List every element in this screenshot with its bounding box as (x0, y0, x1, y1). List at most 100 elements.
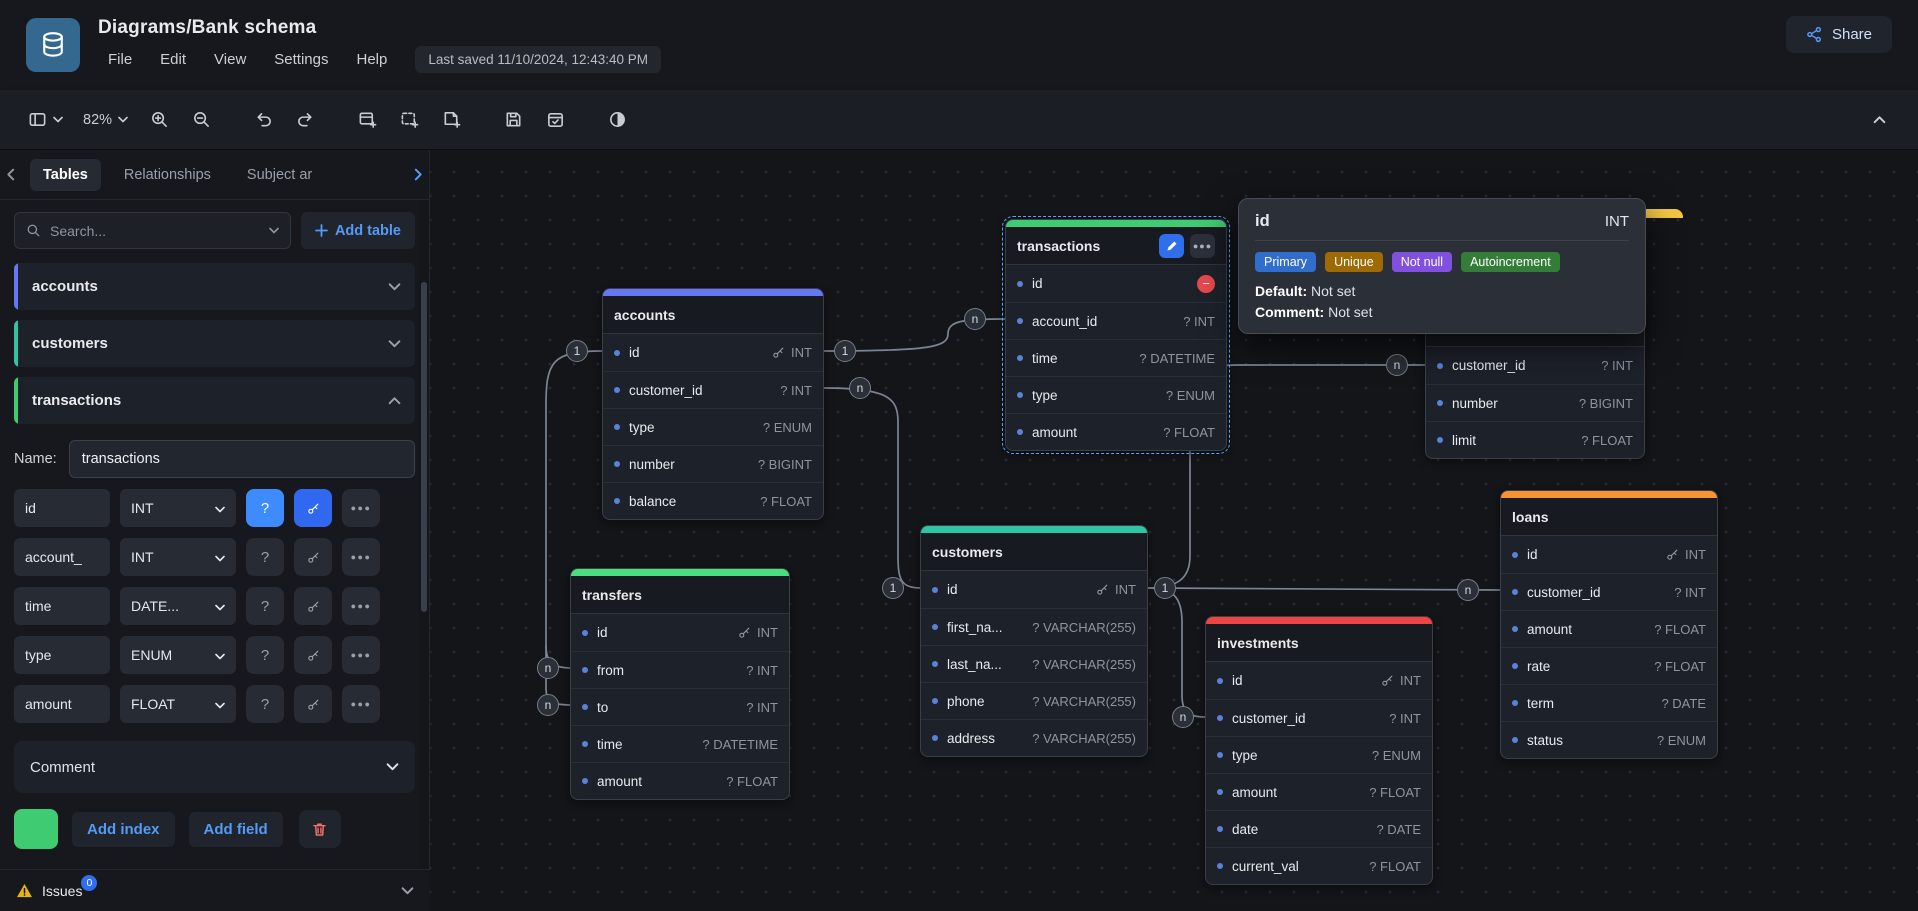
tabs-scroll-left-icon[interactable] (6, 168, 15, 181)
table-field-row[interactable]: idINT (921, 571, 1147, 608)
table-field-row[interactable]: balance? FLOAT (603, 482, 823, 519)
todo-button[interactable] (536, 102, 574, 138)
menu-file[interactable]: File (98, 48, 142, 71)
menu-help[interactable]: Help (346, 48, 397, 71)
table-menu-button[interactable]: ●●● (1190, 234, 1215, 258)
table-search-input[interactable]: Search... (14, 212, 291, 249)
relationship-line[interactable] (1148, 588, 1205, 717)
nullable-toggle-button[interactable]: ? (246, 587, 284, 625)
zoom-out-button[interactable] (182, 102, 220, 138)
field-name-input[interactable]: id (14, 489, 110, 527)
diagram-table-investments[interactable]: investmentsidINTcustomer_id? INTtype? EN… (1205, 616, 1433, 885)
save-button[interactable] (494, 102, 532, 138)
undo-button[interactable] (244, 102, 282, 138)
issues-bar[interactable]: Issues 0 (0, 869, 430, 911)
field-options-button[interactable]: ●●● (342, 538, 380, 576)
table-field-row[interactable]: number? BIGINT (1426, 384, 1644, 421)
field-name-input[interactable]: time (14, 587, 110, 625)
field-name-input[interactable]: type (14, 636, 110, 674)
zoom-in-button[interactable] (140, 102, 178, 138)
table-field-row[interactable]: idINT (1206, 662, 1432, 699)
field-name-input[interactable]: amount (14, 685, 110, 723)
table-field-row[interactable]: last_na...? VARCHAR(255) (921, 645, 1147, 682)
table-field-row[interactable]: first_na...? VARCHAR(255) (921, 608, 1147, 645)
share-button[interactable]: Share (1786, 16, 1892, 53)
table-name-input[interactable]: transactions (69, 440, 415, 478)
field-options-button[interactable]: ●●● (342, 489, 380, 527)
diagram-table-customers[interactable]: customersidINTfirst_na...? VARCHAR(255)l… (920, 525, 1148, 757)
table-field-row[interactable]: idINT (603, 334, 823, 371)
primary-key-button[interactable] (294, 636, 332, 674)
menu-view[interactable]: View (204, 48, 256, 71)
add-area-button[interactable] (390, 102, 428, 138)
tab-relationships[interactable]: Relationships (111, 159, 224, 191)
delete-field-button[interactable]: − (1197, 275, 1215, 293)
diagram-table-transactions[interactable]: transactions●●●id−account_id? INTtime? D… (1005, 219, 1227, 451)
table-field-row[interactable]: address? VARCHAR(255) (921, 719, 1147, 756)
collapse-toolbar-button[interactable] (1860, 102, 1898, 138)
table-field-row[interactable]: rate? FLOAT (1501, 647, 1717, 684)
primary-key-button[interactable] (294, 489, 332, 527)
table-field-row[interactable]: date? DATE (1206, 810, 1432, 847)
table-field-row[interactable]: customer_id? INT (1426, 347, 1644, 384)
table-field-row[interactable]: amount? FLOAT (1006, 413, 1226, 450)
scrollbar-thumb[interactable] (421, 282, 427, 612)
table-field-row[interactable]: customer_id? INT (1501, 573, 1717, 610)
primary-key-button[interactable] (294, 538, 332, 576)
table-field-row[interactable]: status? ENUM (1501, 721, 1717, 758)
field-type-select[interactable]: INT (120, 489, 236, 527)
diagram-table-accounts[interactable]: accountsidINTcustomer_id? INTtype? ENUMn… (602, 288, 824, 520)
table-field-row[interactable]: customer_id? INT (1206, 699, 1432, 736)
table-field-row[interactable]: amount? FLOAT (1206, 773, 1432, 810)
table-field-row[interactable]: limit? FLOAT (1426, 421, 1644, 458)
layout-menu-button[interactable] (20, 102, 71, 138)
sidebar-table-transactions[interactable]: transactions (14, 377, 415, 424)
theme-toggle-button[interactable] (598, 102, 636, 138)
add-table-tool-button[interactable] (348, 102, 386, 138)
field-type-select[interactable]: ENUM (120, 636, 236, 674)
relationship-line[interactable] (1148, 588, 1500, 590)
table-field-row[interactable]: current_val? FLOAT (1206, 847, 1432, 884)
nullable-toggle-button[interactable]: ? (246, 636, 284, 674)
tab-subject-ar[interactable]: Subject ar (234, 159, 325, 191)
add-index-button[interactable]: Add index (72, 812, 175, 847)
table-field-row[interactable]: type? ENUM (1206, 736, 1432, 773)
nullable-toggle-button[interactable]: ? (246, 685, 284, 723)
sidebar-table-customers[interactable]: customers (14, 320, 415, 367)
menu-edit[interactable]: Edit (150, 48, 196, 71)
delete-table-button[interactable] (299, 810, 341, 848)
table-field-row[interactable]: to? INT (571, 688, 789, 725)
table-color-swatch[interactable] (14, 809, 58, 849)
redo-button[interactable] (286, 102, 324, 138)
menu-settings[interactable]: Settings (264, 48, 338, 71)
table-field-row[interactable]: from? INT (571, 651, 789, 688)
table-field-row[interactable]: amount? FLOAT (1501, 610, 1717, 647)
field-options-button[interactable]: ●●● (342, 587, 380, 625)
table-field-row[interactable]: number? BIGINT (603, 445, 823, 482)
app-logo[interactable] (26, 18, 80, 72)
nullable-toggle-button[interactable]: ? (246, 489, 284, 527)
table-field-row[interactable]: time? DATETIME (1006, 339, 1226, 376)
edit-table-button[interactable] (1159, 234, 1184, 258)
primary-key-button[interactable] (294, 587, 332, 625)
table-field-row[interactable]: type? ENUM (1006, 376, 1226, 413)
field-options-button[interactable]: ●●● (342, 636, 380, 674)
chevron-down-icon[interactable] (401, 886, 414, 896)
field-type-select[interactable]: INT (120, 538, 236, 576)
field-options-button[interactable]: ●●● (342, 685, 380, 723)
primary-key-button[interactable] (294, 685, 332, 723)
field-type-select[interactable]: FLOAT (120, 685, 236, 723)
table-field-row[interactable]: customer_id? INT (603, 371, 823, 408)
table-field-row[interactable]: id− (1006, 265, 1226, 302)
table-field-row[interactable]: type? ENUM (603, 408, 823, 445)
zoom-level-button[interactable]: 82% (75, 102, 136, 138)
nullable-toggle-button[interactable]: ? (246, 538, 284, 576)
field-type-select[interactable]: DATE... (120, 587, 236, 625)
table-field-row[interactable]: idINT (571, 614, 789, 651)
table-field-row[interactable]: idINT (1501, 536, 1717, 573)
table-field-row[interactable]: account_id? INT (1006, 302, 1226, 339)
sidebar-table-accounts[interactable]: accounts (14, 263, 415, 310)
add-table-button[interactable]: Add table (301, 212, 415, 249)
field-name-input[interactable]: account_ (14, 538, 110, 576)
sidebar-scrollbar[interactable] (419, 200, 429, 869)
